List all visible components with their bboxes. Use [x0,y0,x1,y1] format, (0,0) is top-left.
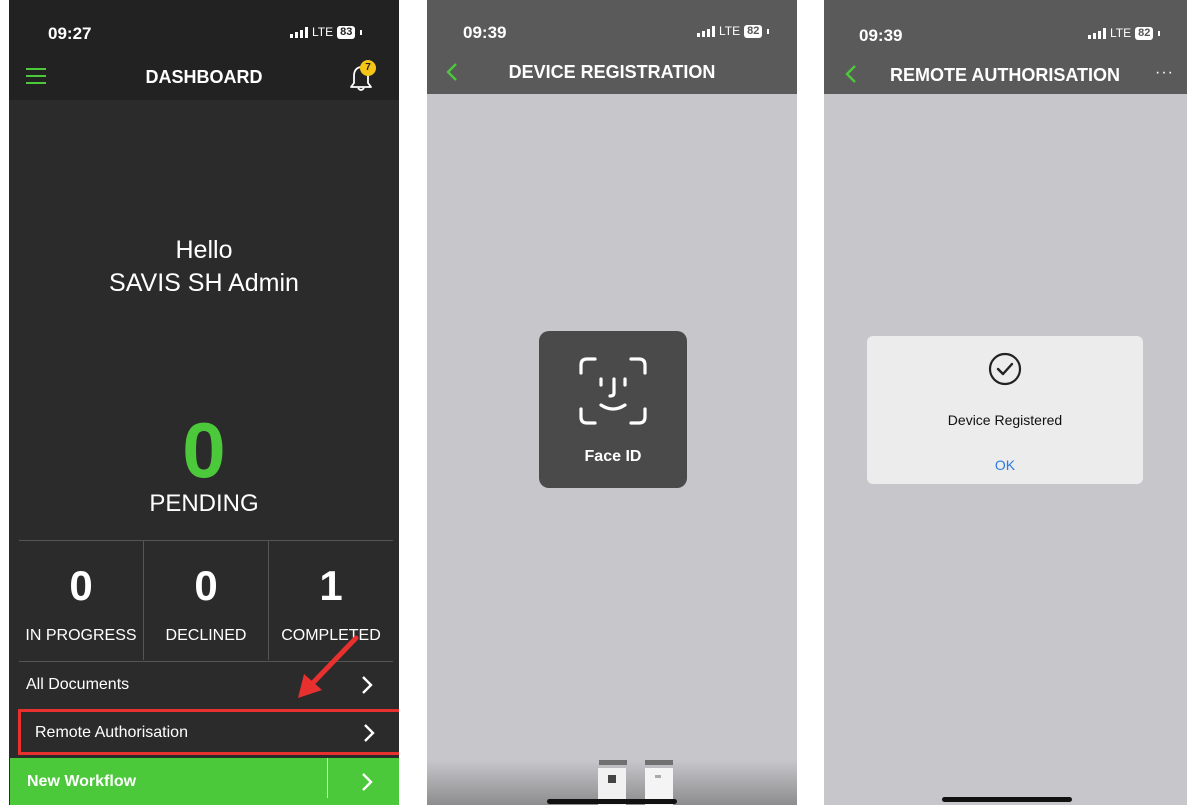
row-label: All Documents [26,676,130,693]
page-title: DASHBOARD [145,67,263,87]
greeting-line: Hello [175,236,233,264]
remote-authorisation-row[interactable]: Remote Authorisation [18,709,399,755]
network-type: LTE [719,24,741,38]
new-workflow-button[interactable]: New Workflow [10,758,399,805]
stat-count: 0 [194,562,218,609]
status-indicators: LTE 82 [697,24,770,38]
ok-button[interactable]: OK [867,457,1143,473]
stat-in-progress[interactable]: 0 IN PROGRESS [19,541,144,660]
more-options-icon[interactable]: ··· [1155,64,1174,82]
network-type: LTE [312,25,334,39]
stat-count: 0 [69,562,93,609]
battery-icon: 83 [337,25,356,39]
notification-badge: 7 [360,60,376,76]
chevron-right-icon [364,724,375,742]
status-time: 09:27 [48,24,92,43]
home-indicator[interactable] [547,799,677,804]
app-header: DASHBOARD 7 [9,56,399,100]
alert-dialog: Device Registered OK [867,336,1143,484]
dashboard-screen: 09:27 LTE 83 DASHBOARD 7 Hello SAVIS SH … [9,0,399,805]
nav-bar: DEVICE REGISTRATION [427,52,797,94]
network-type: LTE [1110,26,1132,40]
nav-bar: REMOTE AUTHORISATION ··· [824,52,1187,94]
stat-label: DECLINED [165,627,247,644]
face-id-label: Face ID [584,448,642,465]
annotation-arrow-icon [298,635,359,698]
battery-icon: 82 [744,24,763,38]
chevron-right-icon [362,773,373,791]
divider [327,758,328,798]
signal-icon [1088,27,1106,39]
stat-count: 1 [319,562,343,609]
home-indicator[interactable] [942,797,1072,802]
pending-label: PENDING [149,490,259,517]
status-bar: 09:39 LTE 82 [427,0,797,52]
checkmark-circle-icon [988,352,1022,386]
row-label: Remote Authorisation [35,724,188,741]
signal-icon [290,26,308,38]
status-bar: 09:39 LTE 82 [824,0,1187,52]
greeting: Hello SAVIS SH Admin [9,234,399,300]
page-title: DEVICE REGISTRATION [508,62,716,82]
notifications-button[interactable]: 7 [345,60,379,94]
row-label: New Workflow [27,773,137,790]
stat-label: IN PROGRESS [25,627,137,644]
face-id-icon [579,357,647,425]
user-name: SAVIS SH Admin [109,269,299,297]
stat-declined[interactable]: 0 DECLINED [144,541,269,660]
page-title: REMOTE AUTHORISATION [890,65,1120,85]
status-indicators: LTE 83 [290,25,363,39]
status-bar: 09:27 LTE 83 [9,0,399,56]
battery-icon: 82 [1135,26,1154,40]
alert-message: Device Registered [947,412,1063,428]
signal-icon [697,25,715,37]
status-time: 09:39 [859,26,903,45]
status-indicators: LTE 82 [1088,26,1161,40]
face-id-prompt: Face ID [539,331,687,488]
status-time: 09:39 [463,23,507,42]
remote-authorisation-screen: 09:39 LTE 82 REMOTE AUTHORISATION ··· De… [824,0,1187,805]
device-registration-screen: 09:39 LTE 82 DEVICE REGISTRATION Face ID [427,0,797,805]
pending-count: 0 [182,406,226,494]
